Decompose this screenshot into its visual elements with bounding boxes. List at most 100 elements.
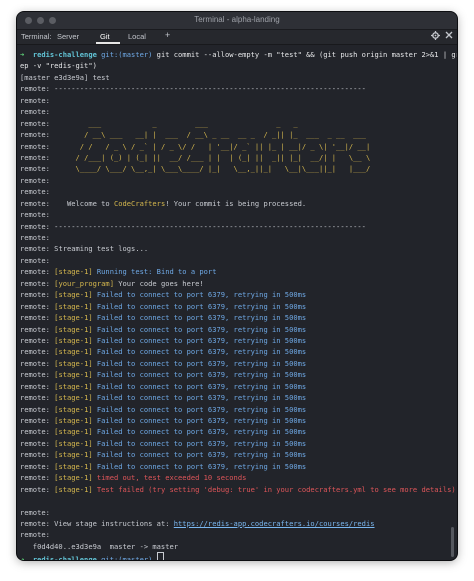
remote-prefix: remote: <box>20 404 55 414</box>
prompt-cwd: redis-challenge <box>32 555 102 560</box>
log-line: remote: [stage-1] Failed to connect to p… <box>20 461 457 472</box>
log-line: remote: [stage-1] Failed to connect to p… <box>20 358 457 369</box>
command-text: git commit --allow-empty -m "test" && (g… <box>152 50 457 59</box>
remote-line: remote: <box>20 106 457 117</box>
remote-prefix: remote: <box>20 427 55 437</box>
remote-prefix: remote: <box>20 278 55 288</box>
program-tag: [your_program] <box>54 278 114 288</box>
add-tab-button[interactable]: + <box>165 30 170 40</box>
log-line: remote: [stage-1] Failed to connect to p… <box>20 381 457 392</box>
remote-prefix: remote: <box>20 84 50 94</box>
retry-message: Failed to connect to port 6379, retrying… <box>92 290 307 300</box>
retry-message: Failed to connect to port 6379, retrying… <box>92 358 307 368</box>
remote-prefix: remote: <box>20 221 50 231</box>
remote-line: remote: / /___| (_) | (_| || __/ /___ | … <box>20 152 457 163</box>
remote-line: remote: / __\ ___ __| | ___ / __\ _ __ _… <box>20 129 457 140</box>
remote-prefix: remote: <box>20 233 50 242</box>
remote-line: remote: ___ _ ___ _ _ <box>20 118 457 129</box>
log-line: remote: [stage-1] Failed to connect to p… <box>20 392 457 403</box>
ascii-logo: / / / _ \ / _` | / _ \/ / | '__|/ _` || … <box>49 141 371 151</box>
log-line: remote: [stage-1] Failed to connect to p… <box>20 301 457 312</box>
push-result-line: f0d4d40..e3d3e9a master -> master <box>20 541 457 552</box>
retry-message: Failed to connect to port 6379, retrying… <box>92 335 307 345</box>
remote-prefix: remote: <box>20 301 55 311</box>
remote-prefix: remote: <box>20 107 50 117</box>
retry-message: Failed to connect to port 6379, retrying… <box>92 313 307 323</box>
tab-local[interactable]: Local <box>128 32 146 41</box>
remote-prefix: remote: <box>20 313 55 323</box>
log-line: remote: [stage-1] Failed to connect to p… <box>20 335 457 346</box>
remote-line: remote: --------------------------------… <box>20 221 457 232</box>
stage-tag: [stage-1] <box>54 450 93 460</box>
log-line: remote: [stage-1] Failed to connect to p… <box>20 346 457 357</box>
commit-output: [master e3d3e9a] test <box>20 72 110 82</box>
push-result: f0d4d40..e3d3e9a master -> master <box>20 541 179 551</box>
instructions-text: View stage instructions at: <box>49 518 174 528</box>
retry-message: Failed to connect to port 6379, retrying… <box>92 370 307 380</box>
command-line: ➜ redis-challenge git:(master) git commi… <box>20 49 457 60</box>
prompt-branch: git:(master) <box>101 555 153 560</box>
scrollbar[interactable] <box>451 527 454 557</box>
stage-tag: [stage-1] <box>54 324 93 334</box>
remote-line: remote: --------------------------------… <box>20 83 457 94</box>
remote-prefix: remote: <box>20 95 50 105</box>
prompt-arrow-icon: ➜ <box>20 50 33 59</box>
remote-prefix: remote: <box>20 187 50 197</box>
timeout-message: timed out, test exceeded 10 seconds <box>92 473 247 483</box>
window-title: Terminal - alpha-landing <box>194 15 280 24</box>
streaming-text: Streaming test logs... <box>49 244 149 254</box>
log-line: remote: [stage-1] Failed to connect to p… <box>20 415 457 426</box>
stage-tag: [stage-1] <box>54 473 93 483</box>
log-line: remote: [stage-1] Failed to connect to p… <box>20 449 457 460</box>
terminal-window: Terminal - alpha-landing Terminal: Serve… <box>17 12 457 560</box>
remote-line: remote: Streaming test logs... <box>20 243 457 254</box>
log-line: remote: [stage-1] Failed to connect to p… <box>20 404 457 415</box>
remote-prefix: remote: <box>20 507 50 517</box>
instructions-link[interactable]: https://redis-app.codecrafters.io/course… <box>174 519 375 528</box>
retry-message: Failed to connect to port 6379, retrying… <box>92 347 307 357</box>
remote-prefix: remote: <box>20 141 50 151</box>
remote-prefix: remote: <box>20 381 55 391</box>
remote-prefix: remote: <box>20 324 55 334</box>
retry-message: Failed to connect to port 6379, retrying… <box>92 324 307 334</box>
log-line: remote: [stage-1] Failed to connect to p… <box>20 312 457 323</box>
remote-line: remote: <box>20 232 457 243</box>
stage-tag: [stage-1] <box>54 358 93 368</box>
remote-prefix: remote: <box>20 130 50 140</box>
welcome-text: ! Your commit is being processed. <box>165 198 307 208</box>
log-line: remote: [stage-1] Failed to connect to p… <box>20 324 457 335</box>
stage-tag: [stage-1] <box>54 335 93 345</box>
remote-prefix: remote: <box>20 152 50 162</box>
tab-bar: Terminal: Server Git Local + <box>17 30 457 45</box>
remote-line: remote: \____/ \___/ \__,_| \___\____/ |… <box>20 163 457 174</box>
remote-prefix: remote: <box>20 255 50 265</box>
remote-prefix: remote: <box>20 393 55 403</box>
log-line: remote: [stage-1] Running test: Bind to … <box>20 266 457 277</box>
prompt-cwd: redis-challenge <box>32 50 102 59</box>
ascii-logo: / /___| (_) | (_| || __/ /___ | | | (_| … <box>49 152 371 162</box>
welcome-text: Welcome to <box>49 198 114 208</box>
tab-server[interactable]: Server <box>57 32 79 41</box>
stage-tag: [stage-1] <box>54 313 93 323</box>
remote-prefix: remote: <box>20 335 55 345</box>
close-icon[interactable] <box>445 31 453 41</box>
prompt-branch: git:(master) <box>101 50 153 59</box>
remote-line: remote: <box>20 255 457 266</box>
retry-message: Failed to connect to port 6379, retrying… <box>92 381 307 391</box>
remote-prefix: remote: <box>20 484 55 494</box>
remote-line: remote: <box>20 529 457 540</box>
remote-prefix: remote: <box>20 198 50 208</box>
remote-prefix: remote: <box>20 244 50 254</box>
instructions-line: remote: View stage instructions at: http… <box>20 518 457 529</box>
terminal-label: Terminal: <box>21 32 52 41</box>
remote-prefix: remote: <box>20 518 50 528</box>
terminal-output[interactable]: ➜ redis-challenge git:(master) git commi… <box>17 45 457 560</box>
stage-tag: [stage-1] <box>54 393 93 403</box>
remote-prefix: remote: <box>20 473 55 483</box>
brand-name: CodeCrafters <box>113 198 166 208</box>
command-text: ep -v "redis-git") <box>20 61 97 71</box>
stage-tag: [stage-1] <box>54 290 93 300</box>
tab-git[interactable]: Git <box>100 32 110 41</box>
retry-message: Failed to connect to port 6379, retrying… <box>92 450 307 460</box>
gear-icon[interactable] <box>431 31 440 42</box>
